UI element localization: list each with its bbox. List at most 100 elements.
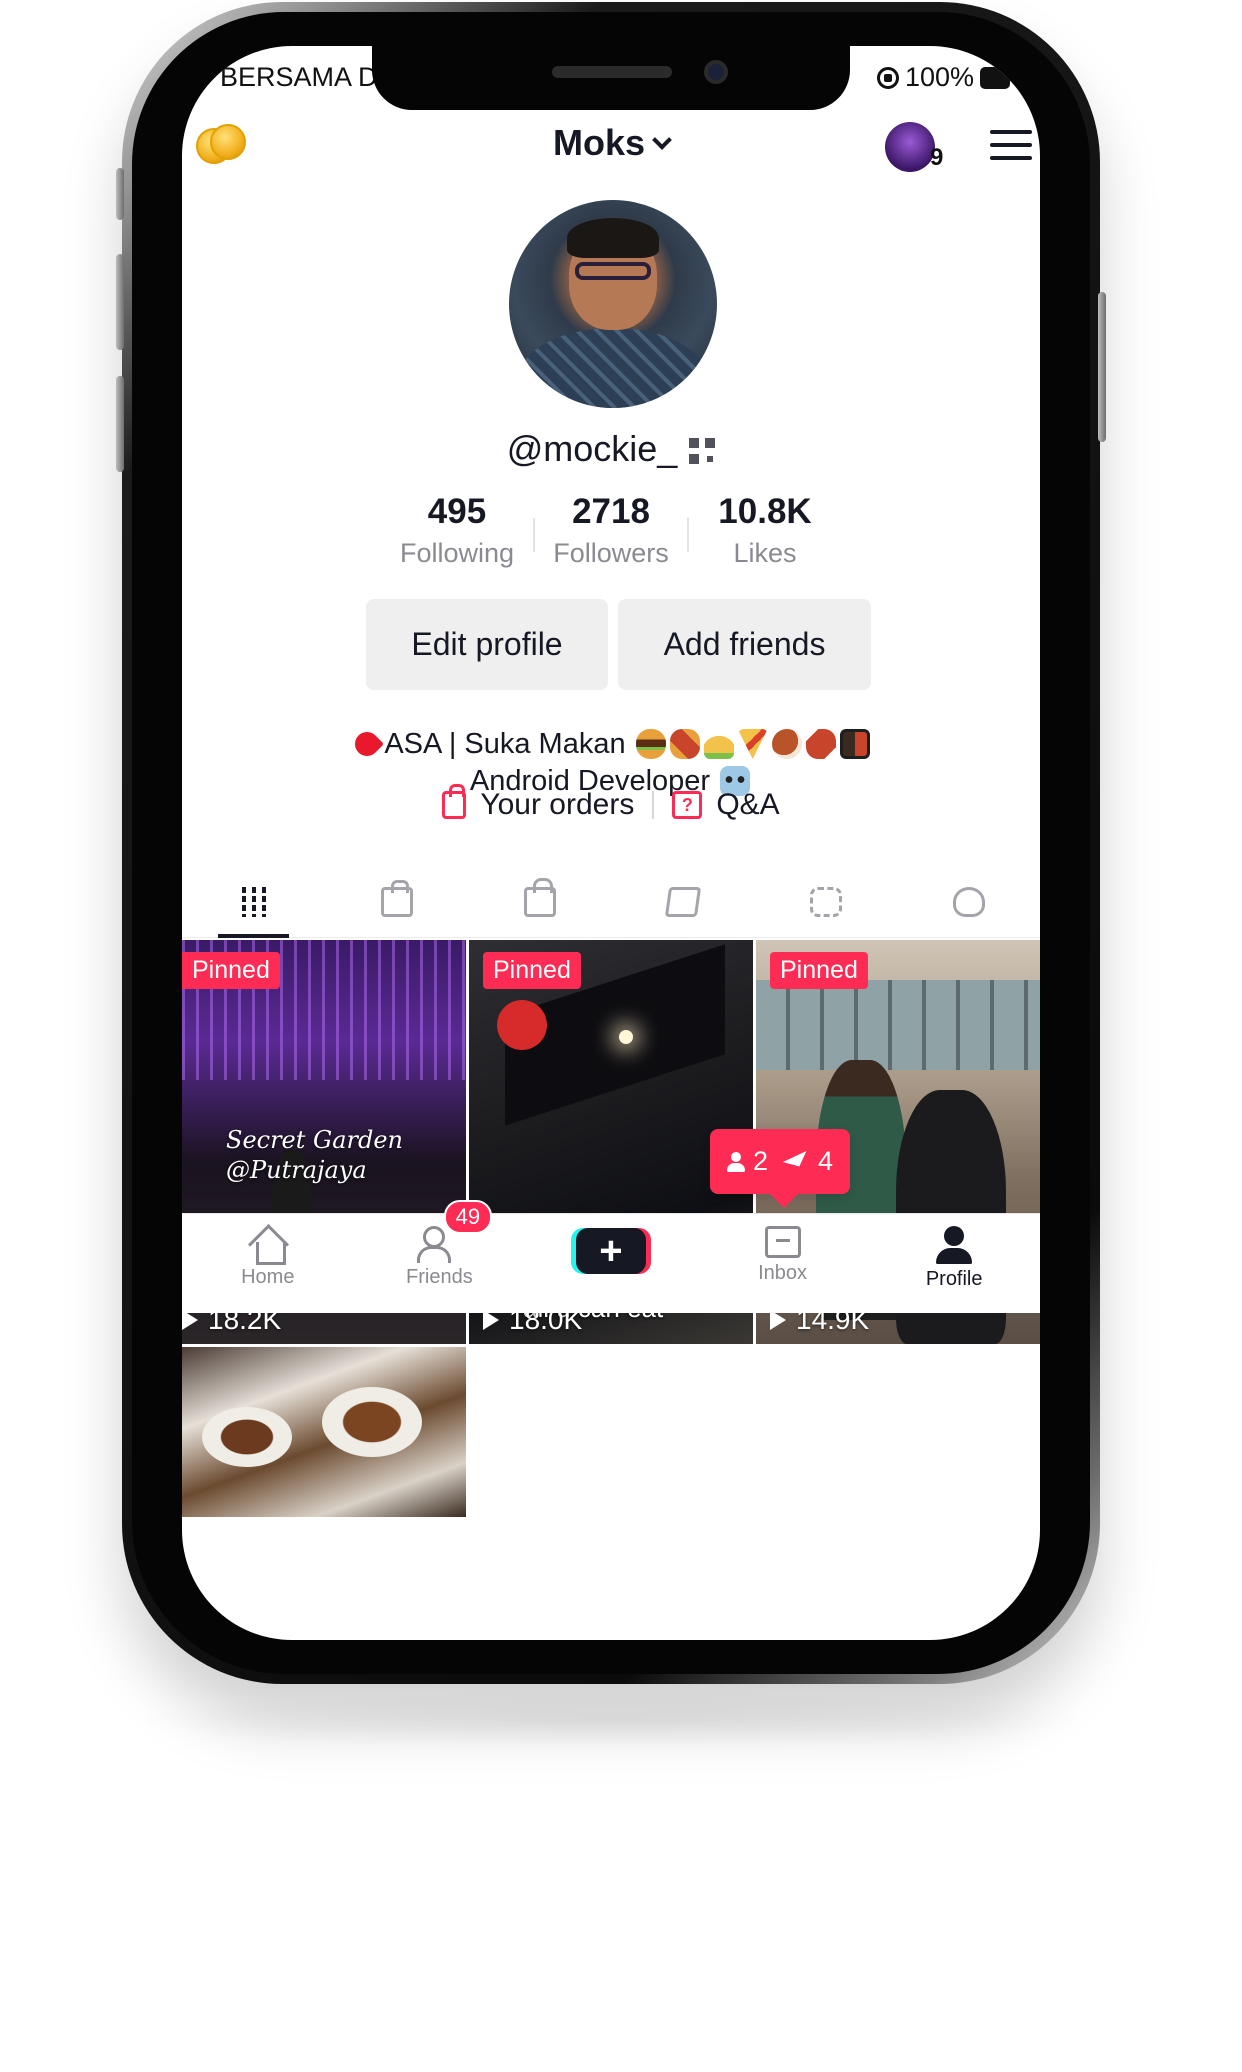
- stat-likes-value: 10.8K: [718, 492, 812, 531]
- menu-icon[interactable]: [990, 130, 1032, 162]
- mute-switch: [116, 168, 124, 220]
- qr-code-icon[interactable]: [689, 438, 716, 464]
- video-caption: Secret Garden @Putrajaya: [226, 1126, 404, 1184]
- activity-notification[interactable]: 2 4: [710, 1129, 850, 1208]
- volume-up-button: [116, 254, 124, 350]
- nav-profile[interactable]: Profile: [868, 1214, 1040, 1313]
- hotdog-emoji-icon: [669, 729, 700, 759]
- meat-emoji-icon: [771, 729, 802, 759]
- menu-line: [990, 156, 1032, 160]
- friends-badge: 49: [443, 1200, 493, 1234]
- profile-avatar[interactable]: [509, 200, 717, 408]
- carrier-label: BERSAMA DI: [220, 62, 386, 92]
- new-messages: 4: [782, 1146, 834, 1177]
- pinned-badge: Pinned: [483, 952, 581, 989]
- tab-private[interactable]: [468, 866, 611, 937]
- phone-shadow: [122, 1690, 1100, 1750]
- account-name: Moks: [552, 122, 646, 163]
- avatar-shirt: [519, 328, 707, 408]
- send-icon: [782, 1151, 812, 1172]
- stat-followers[interactable]: 2718 Followers: [535, 492, 687, 569]
- story-avatar-count: 9: [930, 144, 944, 171]
- orientation-lock-icon: [876, 66, 899, 89]
- stat-following-label: Following: [399, 538, 515, 568]
- bottom-nav: Home 49 Friends + Inbox Profile: [182, 1200, 1040, 1313]
- pizza-emoji-icon: [737, 729, 768, 759]
- username: @mockie_: [506, 428, 678, 469]
- avatar-hair: [567, 218, 659, 258]
- new-messages-count: 4: [818, 1146, 834, 1176]
- question-icon: ?: [672, 791, 703, 819]
- food-plate: [202, 1407, 292, 1467]
- play-icon: [770, 1310, 786, 1330]
- qa-link[interactable]: ? Q&A: [654, 788, 797, 822]
- bio-text-1: ASA | Suka Makan: [384, 728, 626, 760]
- bento-emoji-icon: [839, 729, 870, 759]
- tab-tagged[interactable]: [611, 866, 754, 937]
- story-avatar[interactable]: [885, 122, 935, 172]
- heart-emoji-icon: [350, 727, 385, 761]
- repost-icon: [809, 886, 842, 917]
- your-orders-link[interactable]: Your orders: [424, 784, 652, 822]
- tab-videos[interactable]: [182, 866, 325, 938]
- tab-liked[interactable]: [897, 866, 1040, 937]
- nav-home[interactable]: Home: [182, 1214, 354, 1313]
- pinned-badge: Pinned: [182, 952, 280, 989]
- nav-friends-label: Friends: [406, 1266, 473, 1288]
- liked-hidden-icon: [952, 886, 985, 917]
- nav-home-label: Home: [241, 1266, 295, 1288]
- front-camera: [704, 60, 728, 84]
- light-spot: [619, 1030, 633, 1044]
- stat-likes-label: Likes: [733, 538, 797, 568]
- status-indicators: 100%: [876, 62, 1010, 93]
- new-followers-count: 2: [752, 1146, 768, 1176]
- bio-line-1: ASA | Suka Makan: [182, 726, 1040, 763]
- edit-profile-button[interactable]: Edit profile: [366, 599, 608, 690]
- sign-logo: [497, 1000, 547, 1050]
- stat-following[interactable]: 495 Following: [381, 492, 533, 569]
- shopping-bag-icon: [442, 784, 467, 819]
- nav-friends[interactable]: 49 Friends: [354, 1200, 526, 1313]
- menu-line: [990, 143, 1032, 147]
- notch: [372, 46, 850, 110]
- your-orders-label: Your orders: [480, 788, 635, 821]
- video-thumbnail[interactable]: [182, 1347, 466, 1517]
- chevron-down-icon: [652, 130, 672, 150]
- burger-emoji-icon: [635, 729, 666, 759]
- home-icon: [248, 1226, 288, 1265]
- tagged-hidden-icon: [664, 886, 701, 917]
- stats-row: 495 Following 2718 Followers 10.8K Likes: [182, 492, 1040, 569]
- power-button: [1098, 292, 1106, 442]
- stat-likes[interactable]: 10.8K Likes: [689, 492, 841, 569]
- lock-icon: [523, 877, 556, 917]
- person-icon: [726, 1151, 745, 1172]
- grid-icon: [241, 886, 266, 917]
- nav-profile-label: Profile: [925, 1268, 983, 1290]
- stat-following-value: 495: [427, 492, 487, 531]
- username-row: @mockie_: [182, 428, 1040, 470]
- speaker: [552, 66, 672, 78]
- avatar-glasses: [575, 262, 651, 280]
- sausage-emoji-icon: [805, 729, 836, 759]
- play-icon: [182, 1310, 198, 1330]
- phone-frame: BERSAMA DI 100% Moks 9 @mockie_ 495 Foll…: [116, 2, 1106, 1684]
- tab-reposts[interactable]: [754, 866, 897, 937]
- inbox-icon: [764, 1226, 801, 1258]
- pinned-badge: Pinned: [770, 952, 868, 989]
- nav-inbox-label: Inbox: [758, 1262, 808, 1284]
- building-glass: [756, 980, 1040, 1070]
- add-friends-button[interactable]: Add friends: [618, 599, 871, 690]
- create-icon: +: [575, 1228, 646, 1274]
- tab-shop[interactable]: [325, 866, 468, 937]
- menu-line: [990, 130, 1032, 134]
- qa-label: Q&A: [716, 788, 780, 821]
- new-followers: 2: [726, 1146, 768, 1177]
- nav-inbox[interactable]: Inbox: [697, 1214, 869, 1313]
- battery-icon: [980, 66, 1010, 89]
- stat-followers-label: Followers: [553, 538, 669, 568]
- nav-create[interactable]: +: [525, 1214, 697, 1313]
- content-tabs: [182, 866, 1040, 938]
- profile-links: Your orders ? Q&A: [182, 784, 1040, 822]
- food-plate: [322, 1387, 422, 1457]
- battery-percent: 100%: [904, 62, 974, 92]
